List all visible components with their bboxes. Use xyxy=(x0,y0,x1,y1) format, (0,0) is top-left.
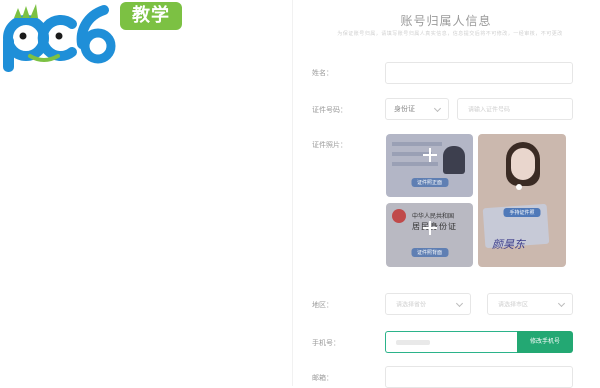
plus-icon xyxy=(422,221,437,235)
id-back-line1: 中华人民共和国 xyxy=(412,213,455,220)
form-subtitle: 为保证账号归属，请填写账号归属人真实信息，信息提交后将不可修改，一经审核，不可更… xyxy=(337,31,563,37)
cursor-icon xyxy=(516,184,522,190)
id-number-input[interactable]: 请输入证件号码 xyxy=(457,98,573,120)
person-face xyxy=(511,148,535,180)
province-select[interactable]: 请选择省份 xyxy=(385,293,471,315)
chevron-down-icon xyxy=(557,299,566,308)
name-label: 姓名： xyxy=(312,69,333,77)
national-emblem xyxy=(392,209,406,223)
card-line xyxy=(392,142,442,146)
phone-label: 手机号： xyxy=(312,339,340,347)
id-type-select[interactable]: 身份证 xyxy=(385,98,449,120)
id-front-upload[interactable]: 证件照正面 xyxy=(386,134,473,197)
region-label: 地区： xyxy=(312,301,333,309)
id-front-button[interactable]: 证件照正面 xyxy=(410,178,449,187)
province-placeholder: 请选择省份 xyxy=(396,301,427,309)
phone-value-masked xyxy=(396,340,430,345)
card-line xyxy=(392,162,438,166)
city-placeholder: 请选择市区 xyxy=(498,301,529,309)
plus-icon xyxy=(422,148,437,162)
id-back-upload[interactable]: 中华人民共和国 居民身份证 证件照背面 xyxy=(386,203,473,267)
phone-input[interactable] xyxy=(385,331,517,353)
id-back-button[interactable]: 证件照背面 xyxy=(410,248,449,257)
logo-badge: 教学 xyxy=(120,2,182,30)
handheld-button[interactable]: 手持证件照 xyxy=(503,208,541,217)
page-divider xyxy=(292,0,293,386)
chevron-down-icon xyxy=(433,104,442,113)
id-type-value: 身份证 xyxy=(394,105,415,113)
id-handheld-upload[interactable]: 颜昊东 手持证件照 xyxy=(478,134,566,267)
form-title: 账号归属人信息 xyxy=(400,14,492,28)
name-input[interactable] xyxy=(385,62,573,84)
pc6-logo: 教学 xyxy=(0,0,200,74)
id-number-placeholder: 请输入证件号码 xyxy=(468,106,511,114)
change-phone-button[interactable]: 修改手机号 xyxy=(517,331,573,353)
email-input[interactable] xyxy=(385,366,573,388)
id-photos-label: 证件照片： xyxy=(312,141,347,149)
pc6-logo-icon xyxy=(3,4,116,72)
city-select[interactable]: 请选择市区 xyxy=(487,293,573,315)
email-label: 邮箱： xyxy=(312,374,333,382)
portrait-photo xyxy=(443,146,465,174)
chevron-down-icon xyxy=(455,299,464,308)
id-number-label: 证件号码： xyxy=(312,106,347,114)
handwritten-signature: 颜昊东 xyxy=(492,238,525,251)
